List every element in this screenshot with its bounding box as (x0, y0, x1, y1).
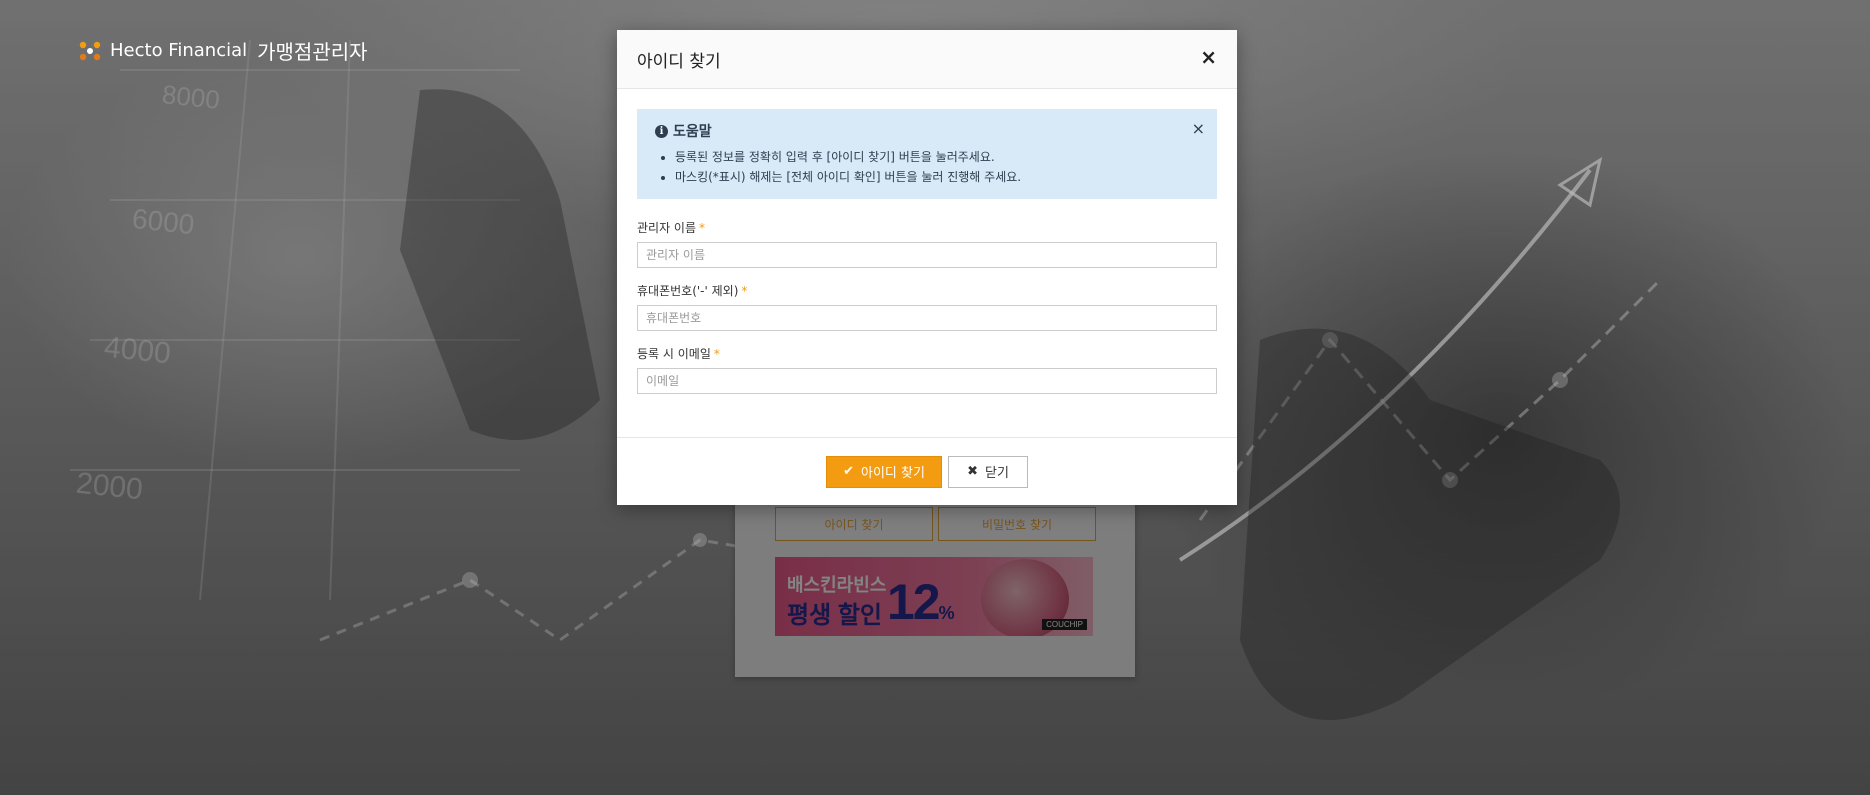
phone-label-text: 휴대폰번호('-' 제외) (637, 284, 739, 298)
brand-name: Hecto Financial (110, 40, 248, 61)
hecto-logo-icon (79, 41, 101, 60)
info-icon: i (655, 124, 668, 138)
check-icon: ✔ (843, 464, 854, 479)
help-close-icon[interactable]: × (1192, 119, 1205, 138)
email-label-text: 등록 시 이메일 (637, 347, 711, 361)
modal-body: i 도움말 등록된 정보를 정확히 입력 후 [아이디 찾기] 버튼을 눌러주세… (617, 89, 1237, 394)
help-item: 등록된 정보를 정확히 입력 후 [아이디 찾기] 버튼을 눌러주세요. (675, 147, 1199, 167)
phone-field: 휴대폰번호('-' 제외) * (637, 282, 1217, 331)
admin-name-label-text: 관리자 이름 (637, 221, 697, 235)
phone-input[interactable] (637, 305, 1217, 331)
email-field: 등록 시 이메일 * (637, 345, 1217, 394)
close-button-label: 닫기 (984, 466, 1009, 481)
help-title-text: 도움말 (673, 124, 712, 140)
find-id-submit-label: 아이디 찾기 (860, 466, 925, 481)
find-id-submit-button[interactable]: ✔ 아이디 찾기 (826, 455, 942, 488)
help-alert: i 도움말 등록된 정보를 정확히 입력 후 [아이디 찾기] 버튼을 눌러주세… (637, 109, 1217, 199)
required-mark: * (713, 347, 720, 361)
brand-header: Hecto Financial 가맹점관리자 (78, 36, 368, 65)
email-label: 등록 시 이메일 * (637, 345, 1217, 362)
close-button[interactable]: ✖ 닫기 (948, 455, 1028, 488)
modal-title: 아이디 찾기 (637, 51, 721, 72)
phone-label: 휴대폰번호('-' 제외) * (637, 282, 1217, 299)
help-list: 등록된 정보를 정확히 입력 후 [아이디 찾기] 버튼을 눌러주세요. 마스킹… (655, 147, 1199, 187)
admin-name-label: 관리자 이름 * (637, 219, 1217, 236)
brand-subtitle: 가맹점관리자 (257, 40, 368, 64)
modal-footer: ✔ 아이디 찾기 ✖ 닫기 (617, 437, 1237, 505)
admin-name-field: 관리자 이름 * (637, 219, 1217, 268)
find-id-modal: 아이디 찾기 × i 도움말 등록된 정보를 정확히 입력 후 [아이디 찾기]… (617, 30, 1237, 505)
close-icon[interactable]: × (1200, 47, 1217, 67)
modal-header: 아이디 찾기 × (617, 30, 1237, 89)
email-input[interactable] (637, 368, 1217, 394)
close-x-icon: ✖ (967, 464, 978, 479)
help-title: i 도움말 (655, 121, 1199, 141)
admin-name-input[interactable] (637, 242, 1217, 268)
required-mark: * (741, 284, 748, 298)
help-item: 마스킹(*표시) 해제는 [전체 아이디 확인] 버튼을 눌러 진행해 주세요. (675, 167, 1199, 187)
required-mark: * (699, 221, 706, 235)
